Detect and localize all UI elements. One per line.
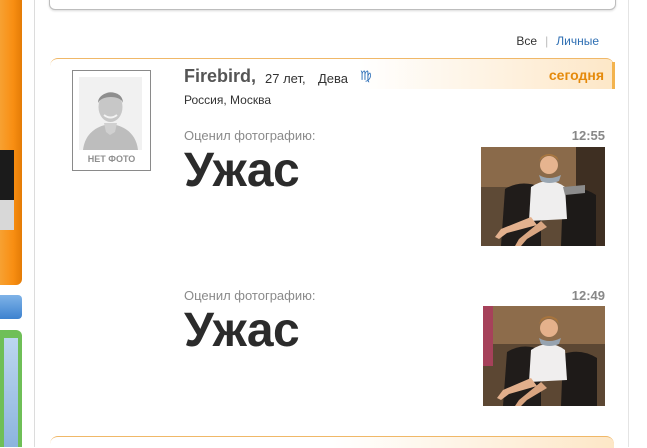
content-right-border [628,0,629,447]
activity-time: 12:49 [571,288,605,303]
sidebar-orange-panel [0,0,22,285]
user-age: 27 лет, [265,71,306,86]
avatar-label: НЕТ ФОТО [87,154,136,164]
activity-rating: Ужас [184,304,300,357]
user-name-link[interactable]: Firebird, [184,66,256,87]
photo-image-2 [483,306,605,406]
activity-label: Оценил фотографию: [184,288,316,303]
left-sidebar [0,0,36,447]
sidebar-blue-button[interactable] [0,295,22,319]
virgo-icon: ♍ [360,68,372,83]
activity-time: 12:55 [571,128,605,143]
avatar[interactable]: НЕТ ФОТО [72,70,151,171]
user-location: Россия, Москва [184,93,271,107]
activity-label: Оценил фотографию: [184,128,316,143]
person-silhouette-icon [79,77,142,150]
content-left-border [34,0,35,447]
filter-separator: | [545,34,549,48]
sidebar-thumbnail [0,150,14,200]
feed-filter: Все | Личные [516,34,599,48]
user-zodiac-sign: Дева [318,71,349,86]
next-entry-header [50,436,614,448]
rated-photo-thumbnail[interactable] [483,306,605,406]
filter-all[interactable]: Все [516,34,537,48]
entry-header-accent [612,62,615,89]
entry-date: сегодня [548,67,604,83]
filter-personal-link[interactable]: Личные [556,34,599,48]
rated-photo-thumbnail[interactable] [481,147,605,246]
photo-image-1 [481,147,605,246]
sidebar-grey-block [0,200,14,230]
top-panel [49,0,616,10]
sidebar-green-panel-inner [4,338,18,447]
activity-rating: Ужас [184,144,300,197]
avatar-placeholder-image [79,77,142,150]
